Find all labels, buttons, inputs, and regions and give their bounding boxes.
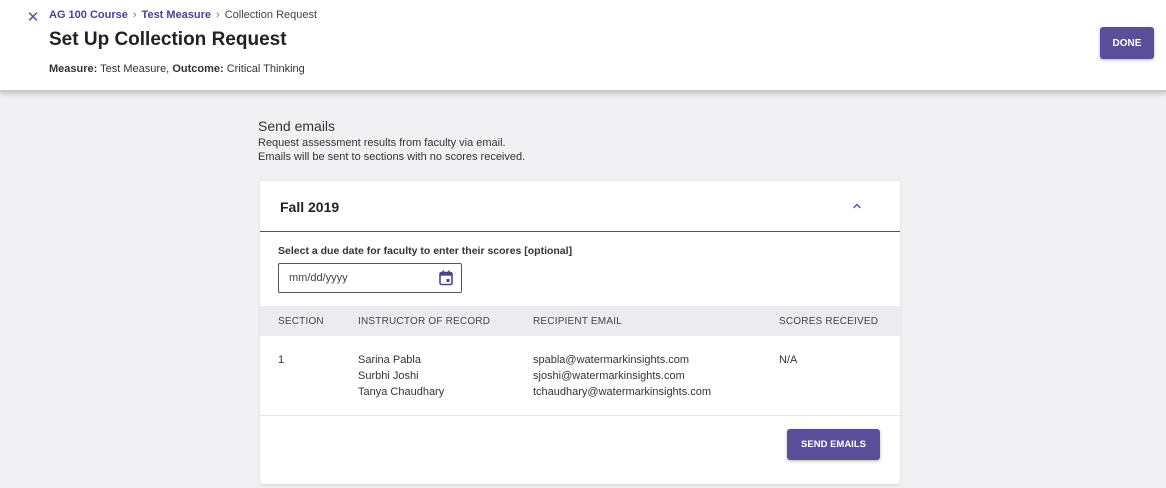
outcome-label: Outcome: xyxy=(172,63,224,75)
chevron-up-icon[interactable] xyxy=(850,199,864,213)
email-list: spabla@watermarkinsights.com sjoshi@wate… xyxy=(533,352,711,400)
sections-table: SECTION INSTRUCTOR OF RECORD RECIPIENT E… xyxy=(260,306,903,416)
send-emails-title: Send emails xyxy=(258,118,336,134)
table-row: 1 Sarina Pabla Surbhi Joshi Tanya Chaudh… xyxy=(260,336,903,416)
measure-value: Test Measure, xyxy=(100,63,170,75)
send-emails-intro: Send emails Request assessment results f… xyxy=(258,118,908,164)
send-emails-description-2: Emails will be sent to sections with no … xyxy=(258,151,526,163)
instructor-name: Sarina Pabla xyxy=(358,354,421,366)
outcome-value: Critical Thinking xyxy=(226,63,305,75)
scores-received: N/A xyxy=(779,354,798,366)
breadcrumb-course-link[interactable]: AG 100 Course xyxy=(49,9,128,21)
page-title: Set Up Collection Request xyxy=(49,29,287,50)
due-date-label: Select a due date for faculty to enter t… xyxy=(278,245,573,257)
column-header-section: SECTION xyxy=(278,316,324,327)
breadcrumb: AG 100 Course › Test Measure › Collection Re… xyxy=(49,9,317,21)
table-header: SECTION INSTRUCTOR OF RECORD RECIPIENT E… xyxy=(260,306,903,336)
term-title: Fall 2019 xyxy=(280,199,340,215)
instructor-list: Sarina Pabla Surbhi Joshi Tanya Chaudhar… xyxy=(358,352,444,400)
recipient-email: spabla@watermarkinsights.com xyxy=(533,354,690,366)
column-header-email: RECIPIENT EMAIL xyxy=(533,316,622,327)
due-date-field[interactable] xyxy=(278,263,462,293)
term-card-header[interactable]: Fall 2019 xyxy=(260,181,900,232)
send-emails-button[interactable]: SEND EMAILS xyxy=(787,429,880,460)
close-icon[interactable]: ✕ xyxy=(24,9,42,27)
page-header: ✕ AG 100 Course › Test Measure › Collection … xyxy=(0,0,1166,92)
section-number: 1 xyxy=(278,354,285,366)
calendar-icon[interactable] xyxy=(439,270,453,286)
done-button[interactable]: DONE xyxy=(1100,27,1154,59)
instructor-name: Tanya Chaudhary xyxy=(358,386,445,398)
recipient-email: sjoshi@watermarkinsights.com xyxy=(533,370,685,382)
recipient-email: tchaudhary@watermarkinsights.com xyxy=(533,386,712,398)
instructor-name: Surbhi Joshi xyxy=(358,370,419,382)
column-header-instructor: INSTRUCTOR OF RECORD xyxy=(358,316,491,327)
due-date-input[interactable] xyxy=(279,264,429,292)
breadcrumb-current: Collection Request xyxy=(224,9,318,21)
measure-label: Measure: xyxy=(49,63,98,75)
send-emails-description-1: Request assessment results from faculty … xyxy=(258,137,506,149)
page-subtitle: Measure: Test Measure, Outcome: Critical… xyxy=(49,63,305,75)
column-header-scores: SCORES RECEIVED xyxy=(779,316,879,327)
breadcrumb-measure-link[interactable]: Test Measure xyxy=(142,9,212,21)
breadcrumb-separator: › xyxy=(216,9,220,21)
term-card: Fall 2019 Select a due date for faculty … xyxy=(260,181,903,484)
breadcrumb-separator: › xyxy=(132,9,137,21)
